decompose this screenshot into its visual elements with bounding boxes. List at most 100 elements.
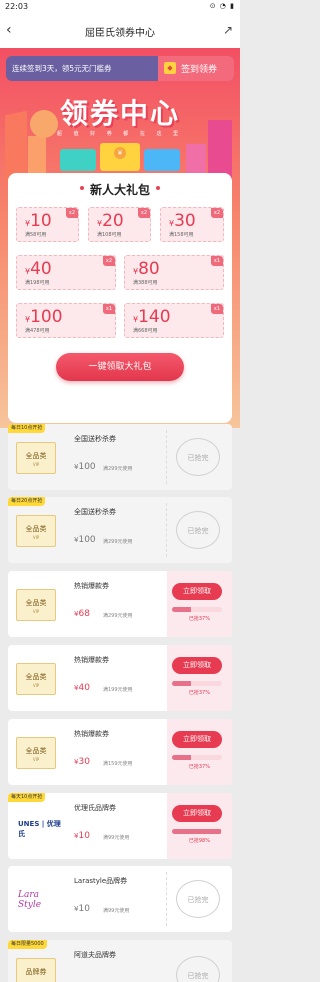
- status-icons: ⊙ ◔ ▮: [209, 2, 235, 10]
- gift-title: 新人大礼包: [89, 183, 150, 197]
- gift-panel: 新人大礼包 ¥10 满58可用 x2 ¥20 满108可用 x2 ¥30 满15…: [8, 173, 232, 423]
- coupon-name: 热销爆款券: [74, 582, 109, 590]
- sold-out-stamp: 已抢完: [176, 880, 220, 918]
- ticket-vip: VIP: [32, 462, 40, 467]
- brand-logo: Lara Style: [18, 890, 42, 910]
- ticket-vip: VIP: [32, 609, 40, 614]
- progress-fill: [172, 829, 221, 834]
- coupon-amount: ¥10: [74, 831, 90, 841]
- coupon-count-badge: x2: [66, 208, 78, 218]
- coupon-condition: 满668可用: [133, 328, 158, 334]
- divider: [166, 872, 167, 926]
- decor-card: [144, 149, 180, 171]
- ticket-label: 全品类: [25, 599, 47, 607]
- ticket-label: 品牌券: [25, 968, 47, 976]
- coupon-value: ¥100: [25, 307, 63, 327]
- progress-fill: [172, 755, 191, 760]
- coupon-amount: ¥10: [74, 904, 90, 914]
- ticket-label: 全品类: [25, 525, 47, 533]
- list-item: 全品类 VIP 热销爆款券 ¥30 满159元使用 立即领取 已抢37%: [8, 719, 232, 785]
- gift-coupon[interactable]: ¥40 满198可用 x2: [16, 255, 116, 290]
- status-bar: 22:03 ⊙ ◔ ▮: [0, 0, 240, 14]
- gift-coupon[interactable]: ¥10 满58可用 x2: [16, 207, 79, 242]
- signin-button[interactable]: ◆ 签到领券: [158, 56, 234, 81]
- ticket-label: 全品类: [25, 673, 47, 681]
- coupon-value: ¥30: [169, 211, 196, 231]
- coupon-amount: ¥30: [74, 757, 90, 767]
- coupon-condition: 满159元使用: [103, 761, 133, 767]
- ticket-icon: 全品类 VIP: [16, 589, 56, 621]
- coupon-name: 阿道夫品牌券: [74, 951, 116, 959]
- gift-coupon[interactable]: ¥20 满108可用 x2: [88, 207, 151, 242]
- claim-button[interactable]: 立即领取: [172, 657, 222, 674]
- list-item: 每日20点开抢 全品类 VIP 全国送秒杀券 ¥100 满299元使用 已抢完: [8, 497, 232, 563]
- coupon-amount: ¥100: [74, 535, 96, 545]
- coupon-count-badge: x1: [103, 304, 115, 314]
- sold-out-stamp: 已抢完: [176, 438, 220, 476]
- coupon-count-badge: x1: [211, 256, 223, 266]
- coupon-count-badge: x1: [211, 304, 223, 314]
- gift-coupon[interactable]: ¥140 满668可用 x1: [124, 303, 224, 338]
- claim-area: [167, 645, 232, 711]
- ticket-icon: 全品类 VIP: [16, 515, 56, 547]
- share-icon[interactable]: ↗: [223, 23, 233, 37]
- hero-subtitle: 超 值 好 券 都 在 这 里: [56, 131, 184, 137]
- progress-fill: [172, 607, 191, 612]
- coupon-name: Larastyle品牌券: [74, 877, 128, 885]
- divider: [166, 430, 167, 484]
- gift-icon: ◆: [164, 62, 176, 74]
- progress-text: 已抢37%: [188, 764, 210, 770]
- coupon-condition: 满198可用: [25, 280, 50, 286]
- ticket-icon: 全品类 VIP: [16, 663, 56, 695]
- coupon-count-badge: x2: [138, 208, 150, 218]
- coupon-name: 热销爆款券: [74, 656, 109, 664]
- ticket-vip: VIP: [32, 683, 40, 688]
- claim-button[interactable]: 立即领取: [172, 731, 222, 748]
- gift-coupon[interactable]: ¥80 满388可用 x1: [124, 255, 224, 290]
- coupon-amount: ¥100: [74, 462, 96, 472]
- coupon-value: ¥10: [25, 211, 52, 231]
- claim-button[interactable]: 立即领取: [172, 583, 222, 600]
- gift-coupon[interactable]: ¥100 满478可用 x1: [16, 303, 116, 338]
- coupon-condition: 满299元使用: [103, 613, 133, 619]
- coupon-name: 热销爆款券: [74, 730, 109, 738]
- ticket-vip: VIP: [32, 535, 40, 540]
- page-title: 屈臣氏领券中心: [85, 28, 155, 39]
- ticket-icon: 品牌券: [16, 958, 56, 982]
- ticket-label: 全品类: [25, 747, 47, 755]
- coupon-amount: ¥68: [74, 609, 90, 619]
- list-item: 每日限量5000 品牌券 阿道夫品牌券 已抢完: [8, 940, 232, 982]
- coupon-condition: 满199元使用: [103, 687, 133, 693]
- ticket-vip: VIP: [32, 757, 40, 762]
- coupon-condition: 满58可用: [25, 232, 47, 238]
- coupon-condition: 满299元使用: [103, 466, 133, 472]
- coupon-value: ¥140: [133, 307, 171, 327]
- coupon-name: 全国送秒杀券: [74, 508, 116, 516]
- time-tag: 每日20点开抢: [8, 497, 46, 506]
- signin-bar: 连续签到3天，领5元无门槛券 ◆ 签到领券: [6, 56, 234, 81]
- sold-out-stamp: 已抢完: [176, 956, 220, 982]
- coupon-condition: 满388可用: [133, 280, 158, 286]
- claim-all-button[interactable]: 一键领取大礼包: [56, 353, 184, 381]
- hero-banner: 连续签到3天，领5元无门槛券 ◆ 签到领券 领券中心 超 值 好 券 都 在 这…: [0, 48, 240, 428]
- progress-text: 已抢37%: [188, 690, 210, 696]
- status-time: 22:03: [5, 2, 29, 11]
- gift-coupon[interactable]: ¥30 满158可用 x2: [160, 207, 224, 242]
- coupon-condition: 满299元使用: [103, 539, 133, 545]
- progress-fill: [172, 681, 191, 686]
- coupon-count-badge: x2: [103, 256, 115, 266]
- claim-button[interactable]: 立即领取: [172, 805, 222, 822]
- progress-text: 已抢37%: [188, 616, 210, 622]
- time-tag: 每日限量5000: [8, 940, 47, 949]
- progress-bar: [172, 829, 222, 834]
- time-tag: 每天10点开抢: [8, 793, 46, 802]
- coupon-condition: 满99元使用: [103, 908, 130, 914]
- list-item: 每天10点开抢 UNES | 优理氏 优理氏品牌券 ¥10 满99元使用 立即领…: [8, 793, 232, 859]
- claim-area: [167, 793, 232, 859]
- signin-button-label: 签到领券: [181, 65, 218, 75]
- ticket-label: 全品类: [25, 452, 47, 460]
- time-tag: 每日10点开抢: [8, 424, 46, 433]
- hero-title: 领券中心: [59, 97, 180, 130]
- list-item: 每日10点开抢 全品类 VIP 全国送秒杀券 ¥100 满299元使用 已抢完: [8, 424, 232, 490]
- coupon-condition: 满158可用: [169, 232, 194, 238]
